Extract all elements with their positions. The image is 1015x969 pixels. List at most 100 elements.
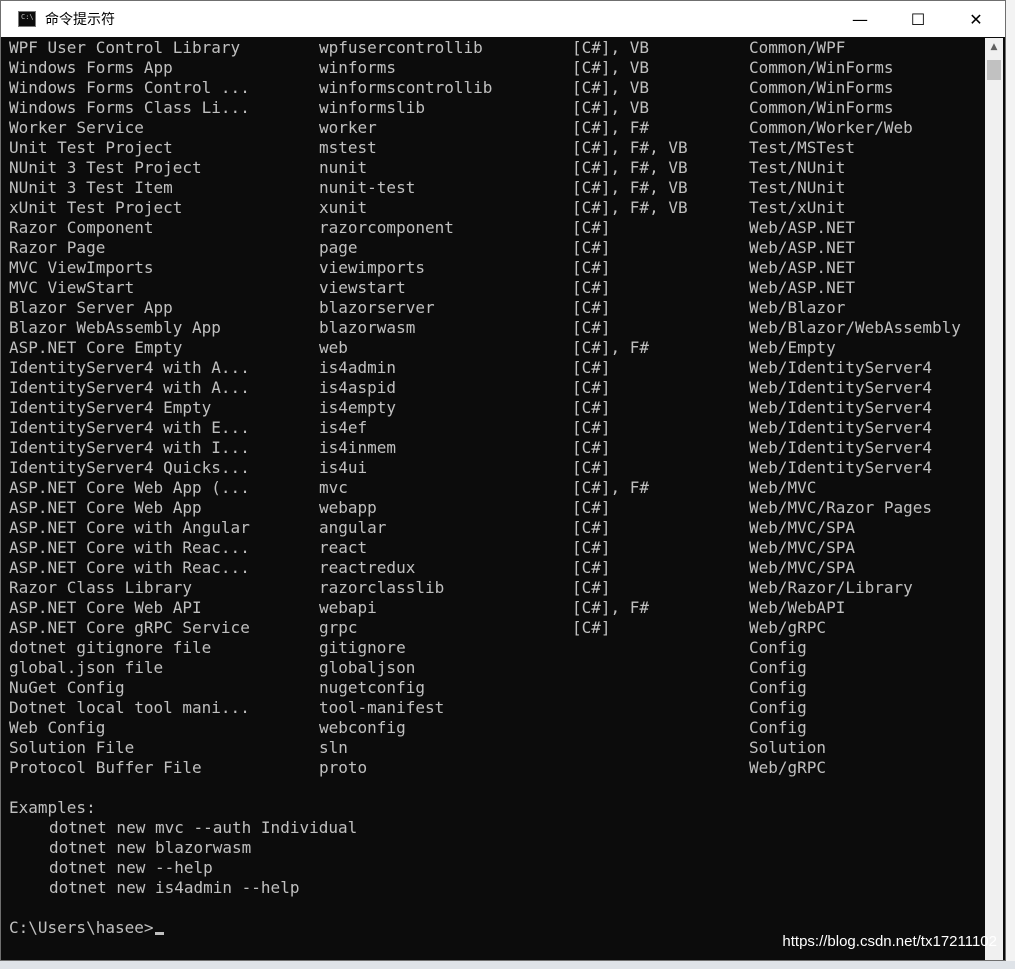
template-row: Worker Service worker [C#], F# Common/Worke… xyxy=(9,118,984,138)
template-name: xUnit Test Project xyxy=(9,198,183,217)
template-tags: Web/IdentityServer4 xyxy=(749,398,933,417)
template-row: IdentityServer4 with A... is4admin [C#] Web… xyxy=(9,358,984,378)
template-short-name: web xyxy=(319,338,348,357)
template-tags: Web/MVC/SPA xyxy=(749,558,855,577)
template-short-name: react xyxy=(319,538,368,557)
window-controls: — ☐ ✕ xyxy=(831,1,1005,37)
template-short-name: blazorserver xyxy=(319,298,435,317)
template-name: MVC ViewStart xyxy=(9,278,135,297)
template-language: [C#] xyxy=(572,258,611,277)
template-short-name: globaljson xyxy=(319,658,416,677)
template-language: [C#] xyxy=(572,378,611,397)
template-tags: Web/MVC/SPA xyxy=(749,518,855,537)
template-row: xUnit Test Project xunit [C#], F#, VB Test/… xyxy=(9,198,984,218)
template-tags: Config xyxy=(749,658,807,677)
template-name: ASP.NET Core with Angular xyxy=(9,518,250,537)
template-language: [C#], VB xyxy=(572,58,650,77)
example-command: dotnet new blazorwasm xyxy=(49,838,252,857)
template-language: [C#] xyxy=(572,438,611,457)
template-tags: Web/Blazor xyxy=(749,298,846,317)
template-tags: Common/WinForms xyxy=(749,58,894,77)
template-short-name: winforms xyxy=(319,58,397,77)
template-language: [C#], F# xyxy=(572,118,650,137)
template-language: [C#] xyxy=(572,518,611,537)
template-short-name: mstest xyxy=(319,138,377,157)
template-name: Unit Test Project xyxy=(9,138,173,157)
template-name: WPF User Control Library xyxy=(9,38,241,57)
template-name: IdentityServer4 Quicks... xyxy=(9,458,250,477)
template-tags: Web/IdentityServer4 xyxy=(749,458,933,477)
template-tags: Web/ASP.NET xyxy=(749,278,855,297)
vertical-scrollbar[interactable]: ▲ xyxy=(985,38,1003,960)
template-name: Razor Page xyxy=(9,238,106,257)
template-language: [C#], F#, VB xyxy=(572,158,688,177)
template-row: Solution File sln Solution xyxy=(9,738,984,758)
template-name: NuGet Config xyxy=(9,678,125,697)
minimize-button[interactable]: — xyxy=(831,1,889,37)
template-language: [C#], F#, VB xyxy=(572,198,688,217)
template-name: IdentityServer4 Empty xyxy=(9,398,212,417)
template-short-name: worker xyxy=(319,118,377,137)
template-tags: Web/WebAPI xyxy=(749,598,846,617)
template-row: IdentityServer4 Quicks... is4ui [C#] Web/Id… xyxy=(9,458,984,478)
template-row: ASP.NET Core gRPC Service grpc [C#] Web/gRP… xyxy=(9,618,984,638)
template-short-name: tool-manifest xyxy=(319,698,445,717)
close-button[interactable]: ✕ xyxy=(947,1,1005,37)
template-name: Protocol Buffer File xyxy=(9,758,202,777)
cmd-window: C:\ 命令提示符 — ☐ ✕ WPF User Control Library… xyxy=(0,0,1006,961)
template-row: ASP.NET Core with Reac... reactredux [C#] W… xyxy=(9,558,984,578)
cmd-icon[interactable]: C:\ xyxy=(18,11,36,27)
template-language: [C#], F# xyxy=(572,338,650,357)
template-tags: Web/Razor/Library xyxy=(749,578,913,597)
template-tags: Web/ASP.NET xyxy=(749,218,855,237)
template-name: ASP.NET Core Web API xyxy=(9,598,202,617)
template-name: IdentityServer4 with A... xyxy=(9,378,250,397)
template-short-name: blazorwasm xyxy=(319,318,416,337)
watermark-text: https://blog.csdn.net/tx17211102 xyxy=(782,933,997,950)
maximize-button[interactable]: ☐ xyxy=(889,1,947,37)
template-short-name: winformslib xyxy=(319,98,425,117)
template-language: [C#] xyxy=(572,398,611,417)
template-short-name: is4aspid xyxy=(319,378,397,397)
template-tags: Web/IdentityServer4 xyxy=(749,418,933,437)
template-name: Web Config xyxy=(9,718,106,737)
template-short-name: nugetconfig xyxy=(319,678,425,697)
example-command: dotnet new mvc --auth Individual xyxy=(49,818,358,837)
template-short-name: mvc xyxy=(319,478,348,497)
template-short-name: wpfusercontrollib xyxy=(319,38,483,57)
template-short-name: is4admin xyxy=(319,358,397,377)
template-language: [C#] xyxy=(572,578,611,597)
template-row: Blazor WebAssembly App blazorwasm [C#] Web/… xyxy=(9,318,984,338)
template-row: Protocol Buffer File proto Web/gRPC xyxy=(9,758,984,778)
template-name: dotnet gitignore file xyxy=(9,638,212,657)
console-output[interactable]: WPF User Control Library wpfusercontrolli… xyxy=(9,38,984,961)
template-name: Blazor WebAssembly App xyxy=(9,318,221,337)
template-short-name: is4inmem xyxy=(319,438,397,457)
template-short-name: page xyxy=(319,238,358,257)
template-name: NUnit 3 Test Project xyxy=(9,158,202,177)
template-short-name: nunit-test xyxy=(319,178,416,197)
scrollbar-thumb[interactable] xyxy=(987,60,1001,80)
template-row: Windows Forms App winforms [C#], VB Common/… xyxy=(9,58,984,78)
title-bar[interactable]: C:\ 命令提示符 — ☐ ✕ xyxy=(1,1,1005,37)
template-name: ASP.NET Core Web App (... xyxy=(9,478,250,497)
cmd-icon-glyph: C:\ xyxy=(21,13,34,21)
template-name: NUnit 3 Test Item xyxy=(9,178,173,197)
template-short-name: is4empty xyxy=(319,398,397,417)
scroll-up-arrow-icon[interactable]: ▲ xyxy=(985,38,1003,56)
template-tags: Web/ASP.NET xyxy=(749,238,855,257)
template-row: Windows Forms Class Li... winformslib [C#]… xyxy=(9,98,984,118)
template-row: Dotnet local tool mani... tool-manifest Co… xyxy=(9,698,984,718)
template-short-name: is4ef xyxy=(319,418,368,437)
template-name: Windows Forms App xyxy=(9,58,173,77)
template-tags: Web/IdentityServer4 xyxy=(749,438,933,457)
template-short-name: proto xyxy=(319,758,368,777)
template-language: [C#] xyxy=(572,358,611,377)
template-tags: Test/NUnit xyxy=(749,158,846,177)
examples-header: Examples: xyxy=(9,798,96,817)
template-tags: Web/gRPC xyxy=(749,618,827,637)
template-row: Razor Component razorcomponent [C#] Web/ASP… xyxy=(9,218,984,238)
template-language: [C#] xyxy=(572,558,611,577)
template-list: WPF User Control Library wpfusercontrolli… xyxy=(9,38,984,778)
